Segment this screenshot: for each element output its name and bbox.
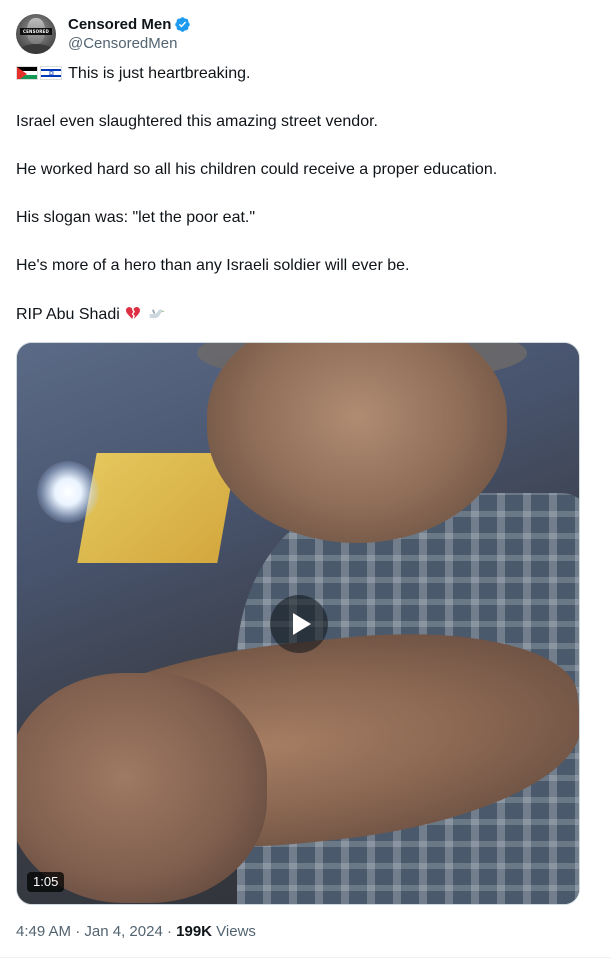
- name-row: Censored Men: [68, 15, 191, 34]
- play-button[interactable]: [270, 595, 328, 653]
- tweet-line-6: RIP Abu Shadi: [16, 304, 591, 325]
- tweet-meta: 4:49 AM · Jan 4, 2024 · 199K Views: [16, 922, 256, 942]
- author-names: Censored Men @CensoredMen: [68, 15, 191, 53]
- tweet-line-5: He's more of a hero than any Israeli sol…: [16, 257, 410, 274]
- tweet-line-4: His slogan was: "let the poor eat.": [16, 209, 256, 226]
- views-label: Views: [212, 923, 256, 940]
- author-handle[interactable]: @CensoredMen: [68, 34, 191, 53]
- tweet-text: ✡ This is just heartbreaking. Israel eve…: [16, 64, 591, 353]
- avatar-label: CENSORED: [20, 28, 52, 35]
- meta-separator: ·: [71, 923, 85, 940]
- play-icon: [292, 613, 311, 635]
- video-frame-hand: [17, 673, 267, 903]
- palestine-flag-icon: [16, 66, 38, 80]
- tweet-line-2: Israel even slaughtered this amazing str…: [16, 113, 378, 130]
- bottom-divider: [0, 957, 611, 958]
- tweet-line-6-text: RIP Abu Shadi: [16, 306, 120, 323]
- broken-heart-icon: [126, 307, 141, 319]
- israel-flag-icon: ✡: [40, 66, 62, 80]
- video-duration-badge: 1:05: [27, 872, 65, 892]
- tweet-header: CENSORED Censored Men @CensoredMen: [16, 12, 596, 56]
- tweet-line-1-text: This is just heartbreaking.: [68, 65, 251, 82]
- dove-icon: [148, 309, 164, 319]
- avatar[interactable]: CENSORED: [16, 14, 56, 54]
- tweet-date[interactable]: Jan 4, 2024: [84, 923, 162, 940]
- avatar-shoulders: [18, 44, 54, 54]
- views-count[interactable]: 199K: [176, 923, 212, 940]
- verified-badge-icon: [175, 17, 191, 32]
- meta-separator: ·: [162, 923, 177, 940]
- video-player[interactable]: 1:05: [16, 342, 580, 905]
- tweet-time[interactable]: 4:49 AM: [16, 923, 71, 940]
- tweet-line-1: ✡ This is just heartbreaking.: [16, 64, 591, 84]
- display-name[interactable]: Censored Men: [68, 15, 171, 34]
- video-frame-light: [37, 461, 99, 523]
- tweet-line-3: He worked hard so all his children could…: [16, 161, 498, 178]
- video-frame-window: [77, 453, 237, 563]
